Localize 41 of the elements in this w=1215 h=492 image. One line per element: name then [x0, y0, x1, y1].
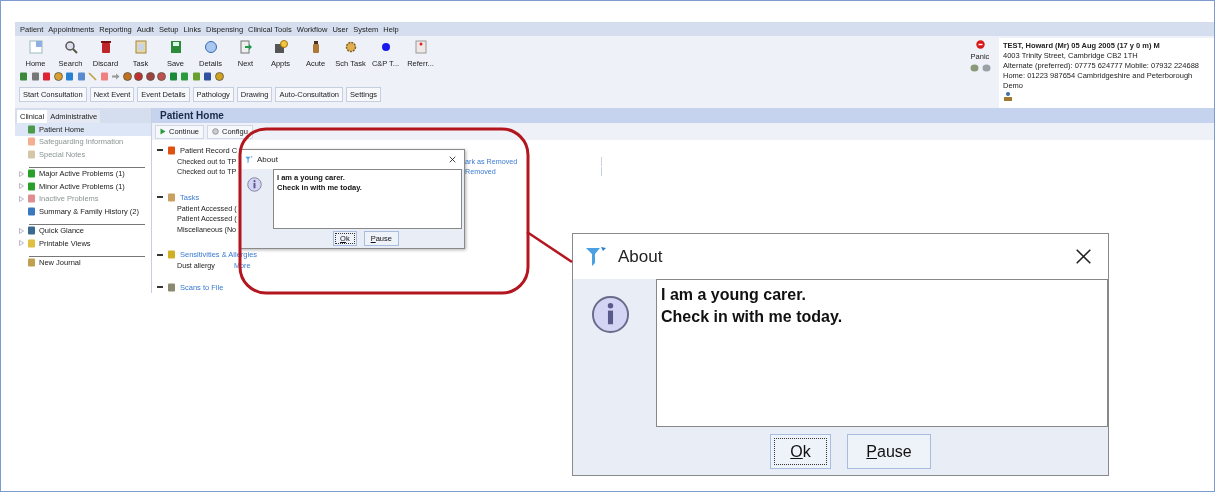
close-icon[interactable]: [449, 156, 456, 163]
info-icon: [591, 295, 630, 334]
clock-icon: [273, 40, 288, 54]
square-icon[interactable]: [19, 72, 28, 81]
circle-icon[interactable]: [157, 72, 166, 81]
square-icon[interactable]: [76, 72, 86, 81]
dialog-title: About: [618, 246, 663, 267]
leader-line: [526, 230, 573, 264]
square-icon[interactable]: [168, 72, 178, 81]
circle-icon[interactable]: [53, 72, 63, 81]
line-icon[interactable]: [88, 72, 97, 81]
document-arrow-icon: [238, 40, 253, 54]
play-icon: [160, 128, 166, 135]
square-icon[interactable]: [180, 72, 189, 81]
collapse-icon[interactable]: [157, 253, 163, 256]
circle-icon[interactable]: [122, 72, 132, 81]
square-icon[interactable]: [65, 72, 74, 81]
circle-icon[interactable]: [134, 72, 143, 81]
circle-icon: [203, 40, 218, 54]
window-icon: [28, 40, 43, 54]
square-icon[interactable]: [30, 72, 40, 81]
message-text: I am a young carer.: [661, 286, 806, 304]
arrow-icon[interactable]: [111, 72, 120, 81]
bin-icon: [98, 40, 113, 54]
message-text: Check in with me today.: [661, 308, 843, 326]
square-icon[interactable]: [191, 72, 201, 81]
dialog-title: About: [257, 155, 278, 164]
stop-icon[interactable]: [975, 40, 985, 49]
circle-icon[interactable]: [145, 72, 155, 81]
search-icon: [63, 40, 78, 54]
square-icon[interactable]: [42, 72, 51, 81]
info-icon: [247, 177, 262, 192]
funnel-icon: [585, 245, 607, 268]
form-icon: [413, 40, 428, 54]
circle-icon[interactable]: [214, 72, 224, 81]
square-icon[interactable]: [203, 72, 212, 81]
close-icon[interactable]: [1075, 248, 1092, 265]
dialog-button[interactable]: Pause: [847, 434, 931, 469]
dialog-button[interactable]: Ok: [770, 434, 831, 469]
funnel-icon: [245, 155, 253, 164]
page-title: Patient Home: [160, 110, 224, 121]
